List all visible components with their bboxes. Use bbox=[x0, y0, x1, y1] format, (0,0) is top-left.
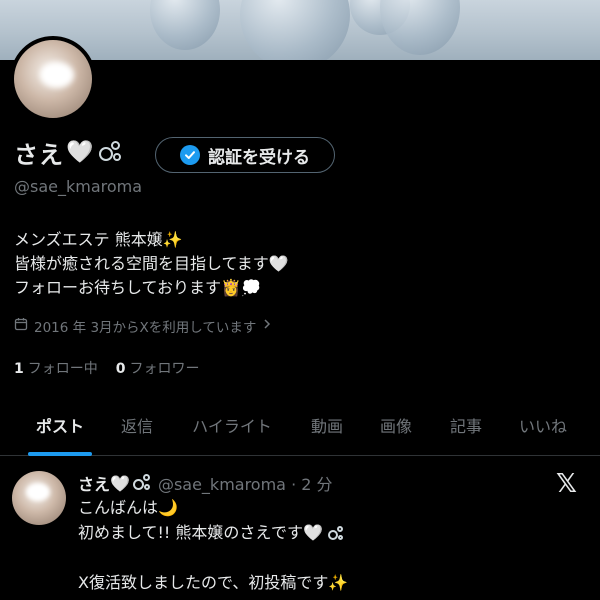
profile-tabs: ポスト 返信 ハイライト 動画 画像 記事 いいね bbox=[0, 394, 600, 456]
bio-line: メンズエステ 熊本嬢✨ bbox=[14, 230, 183, 249]
tab-articles[interactable]: 記事 bbox=[428, 394, 504, 456]
tab-posts[interactable]: ポスト bbox=[20, 394, 100, 456]
followers-link[interactable]: 0 フォロワー bbox=[116, 358, 200, 378]
tab-replies[interactable]: 返信 bbox=[100, 394, 174, 456]
following-link[interactable]: 1 フォロー中 bbox=[14, 358, 98, 378]
bio-line: 皆様が癒される空間を目指してます🤍 bbox=[14, 254, 289, 273]
joined-date: 2016 年 3月からXを利用しています bbox=[14, 316, 272, 336]
tab-likes[interactable]: いいね bbox=[504, 394, 582, 456]
bubbles-icon bbox=[132, 473, 152, 493]
profile-bio: メンズエステ 熊本嬢✨ 皆様が癒される空間を目指してます🤍 フォローお待ちしてお… bbox=[14, 228, 574, 300]
x-logo-icon: 𝕏 bbox=[556, 469, 577, 499]
sparkles-icon: ✨ bbox=[328, 573, 349, 592]
follow-stats: 1 フォロー中 0 フォロワー bbox=[14, 358, 200, 378]
profile-name-row: さえ 🤍 bbox=[14, 134, 123, 170]
sparkles-icon: ✨ bbox=[162, 230, 183, 249]
thought-bubble-icon: 💭 bbox=[240, 278, 261, 297]
tab-media[interactable]: 画像 bbox=[364, 394, 428, 456]
display-name: さえ bbox=[14, 140, 64, 169]
profile-banner[interactable] bbox=[0, 0, 600, 60]
heart-emoji-icon: 🤍 bbox=[66, 139, 94, 165]
post-author-name[interactable]: さえ bbox=[78, 471, 110, 495]
moon-icon: 🌙 bbox=[158, 498, 178, 517]
profile-handle: @sae_kmaroma bbox=[14, 177, 143, 196]
profile-avatar[interactable] bbox=[10, 36, 96, 122]
post-avatar[interactable] bbox=[12, 471, 66, 525]
post-handle-time: @sae_kmaroma · 2 分 bbox=[157, 475, 333, 494]
heart-emoji-icon: 🤍 bbox=[110, 473, 130, 493]
heart-emoji-icon: 🤍 bbox=[302, 523, 323, 542]
joined-text: 2016 年 3月からXを利用しています bbox=[34, 320, 257, 336]
post-text: こんばんは🌙 初めまして!! 熊本嬢のさえです🤍 X復活致しましたので、初投稿で… bbox=[78, 498, 349, 592]
bubbles-icon bbox=[97, 139, 123, 165]
bio-line: フォローお待ちしております👸💭 bbox=[14, 278, 261, 297]
verified-check-icon bbox=[180, 145, 200, 165]
bubbles-icon bbox=[327, 525, 345, 543]
verify-button-label: 認証を受ける bbox=[208, 147, 310, 168]
post-item[interactable]: さえ 🤍 @sae_kmaroma · 2 分 𝕏 こんばんは🌙 初めまして!!… bbox=[0, 457, 600, 600]
tab-videos[interactable]: 動画 bbox=[290, 394, 364, 456]
get-verified-button[interactable]: 認証を受ける bbox=[155, 137, 335, 173]
tab-highlights[interactable]: ハイライト bbox=[174, 394, 290, 456]
princess-emoji-icon: 👸 bbox=[221, 278, 241, 297]
post-header: さえ 🤍 @sae_kmaroma · 2 分 bbox=[78, 471, 333, 495]
heart-emoji-icon: 🤍 bbox=[268, 254, 289, 273]
chevron-right-icon[interactable] bbox=[262, 318, 272, 334]
active-tab-indicator bbox=[28, 452, 92, 456]
calendar-icon bbox=[14, 317, 28, 335]
